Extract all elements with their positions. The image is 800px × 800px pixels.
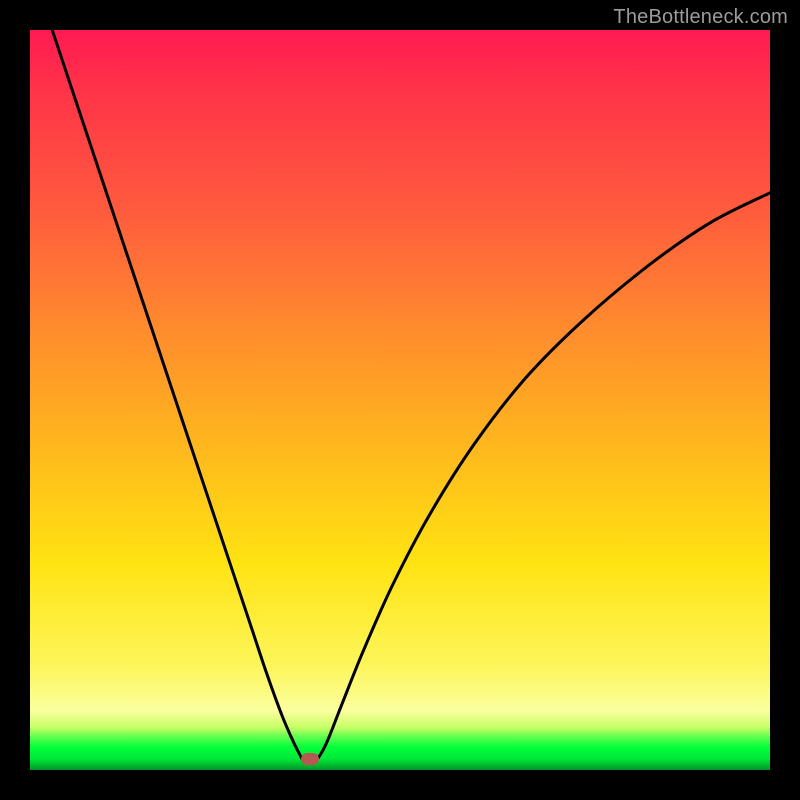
curve-path — [52, 30, 770, 763]
optimum-marker — [301, 753, 319, 765]
bottleneck-curve — [30, 30, 770, 770]
chart-frame: TheBottleneck.com — [0, 0, 800, 800]
plot-area — [30, 30, 770, 770]
watermark-text: TheBottleneck.com — [613, 6, 788, 29]
